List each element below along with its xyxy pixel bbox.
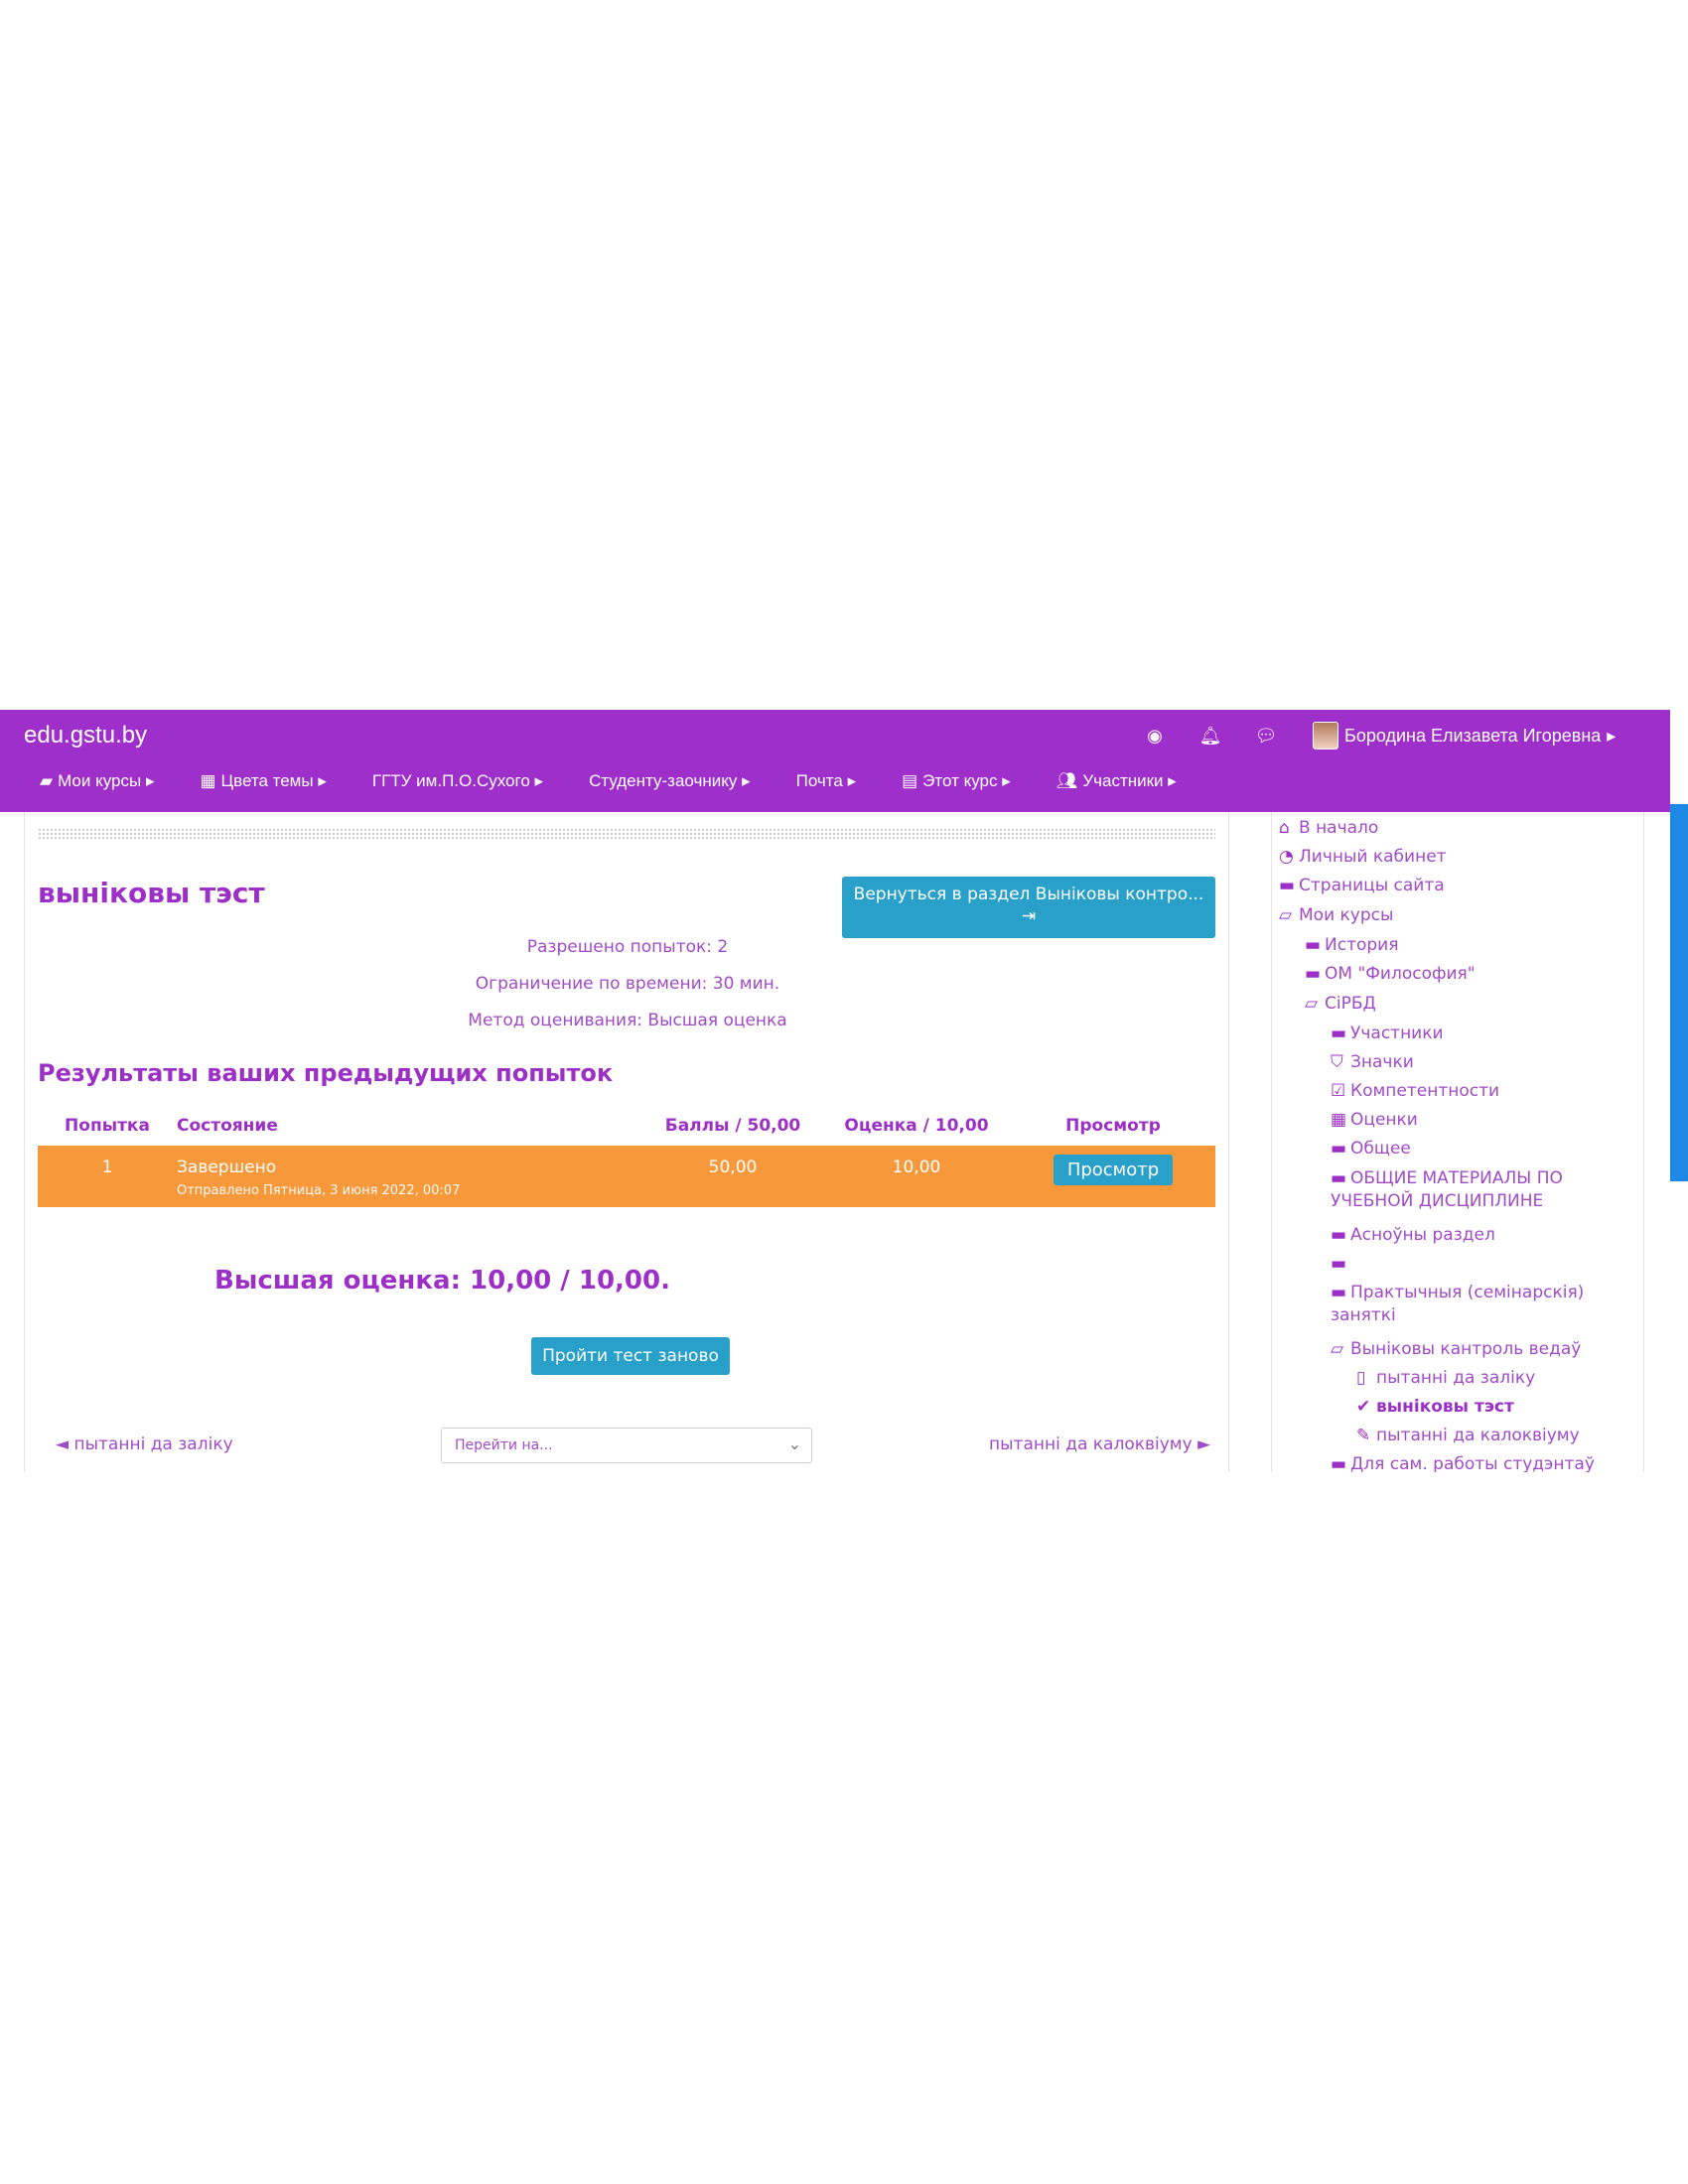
menu-this-course[interactable]: ▤ Этот курс ▸ (902, 771, 1011, 791)
next-activity-link[interactable]: пытанні да калоквіуму ► (989, 1434, 1210, 1454)
grading-method: Метод оценивания: Высшая оценка (468, 1011, 787, 1030)
nav-practical-classes[interactable]: ▬ Практычныя (семінарскія) заняткі (1331, 1282, 1584, 1327)
grid-icon: ▦ (200, 771, 216, 790)
scroll-indicator[interactable] (1670, 804, 1688, 1181)
table-icon: ▦ (1331, 1110, 1347, 1130)
folder-icon: ▬ (1331, 1024, 1347, 1043)
menu-gstu[interactable]: ГГТУ им.П.О.Сухого ▸ (372, 771, 543, 791)
table-header-row: Попытка Состояние Баллы / 50,00 Оценка /… (38, 1106, 1215, 1146)
chevron-down-icon: ⌄ (787, 1434, 801, 1453)
folder-icon: ▬ (1331, 1225, 1347, 1245)
col-grade: Оценка / 10,00 (844, 1116, 989, 1136)
folder-icon: ▬ (1331, 1283, 1347, 1302)
nav-participants[interactable]: ▬ Участники (1331, 1023, 1444, 1045)
menu-theme-colors[interactable]: ▦ Цвета темы ▸ (200, 771, 326, 791)
enter-icon: ⇥ (1021, 906, 1037, 926)
nav-unnamed-section[interactable]: ▬ (1331, 1253, 1350, 1276)
nav-general-materials[interactable]: ▬ ОБЩИЕ МАТЕРИАЛЫ ПО УЧЕБНОЙ ДИСЦИПЛИНЕ (1331, 1167, 1563, 1213)
nav-site-pages[interactable]: ▬ Страницы сайта (1279, 875, 1445, 897)
nav-home[interactable]: ⌂ В начало (1279, 817, 1378, 840)
folder-open-icon: ▱ (1331, 1339, 1344, 1359)
shield-icon: ⛉ (1331, 1052, 1343, 1072)
nav-my-courses[interactable]: ▱ Мои курсы (1279, 904, 1393, 927)
nav-history[interactable]: ▬ История (1305, 934, 1398, 957)
menu-extramural[interactable]: Студенту-заочнику ▸ (589, 771, 751, 791)
checkbox-icon: ☑ (1331, 1081, 1346, 1101)
menu-participants[interactable]: 👥︎ Участники ▸ (1056, 771, 1177, 791)
attempt-grade: 10,00 (822, 1146, 1011, 1207)
folder-icon: ▬ (1305, 935, 1322, 955)
main-menu: ▰ Мои курсы ▸ ▦ Цвета темы ▸ ГГТУ им.П.О.С… (40, 771, 1177, 791)
nav-main-section[interactable]: ▬ Асноўны раздел (1331, 1224, 1495, 1247)
attempt-marks: 50,00 (643, 1146, 822, 1207)
screenshot-frame: edu.gstu.by ◉ 🔔︎ 💬︎ Бородина Елизавета И… (0, 710, 1688, 1472)
folder-icon: ▬ (1331, 1454, 1347, 1472)
attempts-table: Попытка Состояние Баллы / 50,00 Оценка /… (38, 1106, 1215, 1207)
jump-placeholder: Перейти на... (455, 1437, 553, 1453)
col-marks: Баллы / 50,00 (664, 1116, 801, 1136)
prev-activity-link[interactable]: ◄ пытанні да заліку (56, 1434, 233, 1454)
folder-icon: ▬ (1331, 1254, 1347, 1274)
nav-general[interactable]: ▬ Общее (1331, 1138, 1411, 1160)
attempt-number: 1 (38, 1146, 177, 1207)
chat-icon[interactable]: 💬︎ (1253, 726, 1279, 747)
attempt-state: Завершено Отправлено Пятница, 3 июня 202… (177, 1146, 643, 1207)
folder-icon: ▬ (1305, 964, 1322, 984)
nav-final-control[interactable]: ▱ Выніковы кантроль ведаў (1331, 1338, 1581, 1361)
review-button[interactable]: Просмотр (1053, 1155, 1174, 1185)
nav-final-test-current[interactable]: ✔ выніковы тэст (1356, 1396, 1514, 1419)
jump-to-select[interactable]: Перейти на... ⌄ (441, 1428, 812, 1463)
caret-right-icon: ▸ (1607, 725, 1617, 746)
dotted-divider (38, 828, 1215, 840)
right-edge (1670, 710, 1688, 1472)
nav-philosophy[interactable]: ▬ ОМ "Философия" (1305, 963, 1476, 986)
folder-open-icon: ▱ (1305, 994, 1319, 1014)
nav-self-study[interactable]: ▬ Для сам. работы студэнтаў (1331, 1453, 1595, 1472)
site-brand[interactable]: edu.gstu.by (24, 722, 147, 750)
table-row: 1 Завершено Отправлено Пятница, 3 июня 2… (38, 1146, 1215, 1207)
nav-credit-questions[interactable]: ▯ пытанні да заліку (1356, 1367, 1535, 1390)
header-icons: ◉ 🔔︎ 💬︎ (1142, 726, 1279, 747)
time-limit: Ограничение по времени: 30 мин. (475, 974, 780, 994)
avatar (1313, 722, 1338, 750)
review-cell: Просмотр (1011, 1146, 1215, 1207)
user-name: Бородина Елизавета Игоревна (1344, 725, 1602, 746)
nav-colloquium-questions[interactable]: ✎ пытанні да калоквіуму (1356, 1425, 1580, 1447)
highest-grade: Высшая оценка: 10,00 / 10,00. (214, 1266, 670, 1296)
back-to-section-button[interactable]: Вернуться в раздел Выніковы контро... ⇥ (842, 877, 1215, 938)
nav-competencies[interactable]: ☑ Компетентности (1331, 1080, 1499, 1103)
col-review: Просмотр (1065, 1116, 1161, 1136)
col-state: Состояние (177, 1116, 278, 1136)
target-icon[interactable]: ◉ (1142, 726, 1168, 747)
folder-icon: ▬ (1331, 1139, 1347, 1159)
home-icon: ⌂ (1279, 818, 1290, 838)
folder-icon: ▬ (1331, 1168, 1347, 1188)
attempts-allowed: Разрешено попыток: 2 (526, 937, 729, 957)
page-icon: ▯ (1356, 1368, 1366, 1388)
menu-my-courses[interactable]: ▰ Мои курсы ▸ (40, 771, 154, 791)
submitted-time: Отправлено Пятница, 3 июня 2022, 00:07 (177, 1183, 461, 1198)
users-icon: 👥︎ (1055, 771, 1078, 790)
quiz-icon: ✎ (1356, 1426, 1371, 1445)
nav-badges[interactable]: ⛉ Значки (1331, 1051, 1414, 1074)
folder-icon: ▬ (1279, 876, 1296, 895)
menu-mail[interactable]: Почта ▸ (796, 771, 856, 791)
col-attempt: Попытка (65, 1116, 150, 1136)
nav-dashboard[interactable]: ◔ Личный кабинет (1279, 846, 1447, 869)
folder-open-icon: ▱ (1279, 905, 1293, 925)
bell-icon[interactable]: 🔔︎ (1197, 726, 1223, 747)
user-menu[interactable]: Бородина Елизавета Игоревна ▸ (1313, 722, 1616, 750)
page-title: выніковы тэст (38, 877, 265, 909)
top-navbar: edu.gstu.by ◉ 🔔︎ 💬︎ Бородина Елизавета И… (0, 710, 1672, 812)
dashboard-icon: ◔ (1279, 847, 1294, 867)
retake-quiz-button[interactable]: Пройти тест заново (531, 1337, 730, 1375)
briefcase-icon: ▰ (40, 771, 54, 790)
nav-course-sirbd[interactable]: ▱ СіРБД (1305, 993, 1376, 1016)
book-icon: ▤ (902, 771, 918, 790)
results-heading: Результаты ваших предыдущих попыток (38, 1059, 614, 1087)
nav-grades[interactable]: ▦ Оценки (1331, 1109, 1418, 1132)
quiz-icon: ✔ (1356, 1397, 1371, 1417)
